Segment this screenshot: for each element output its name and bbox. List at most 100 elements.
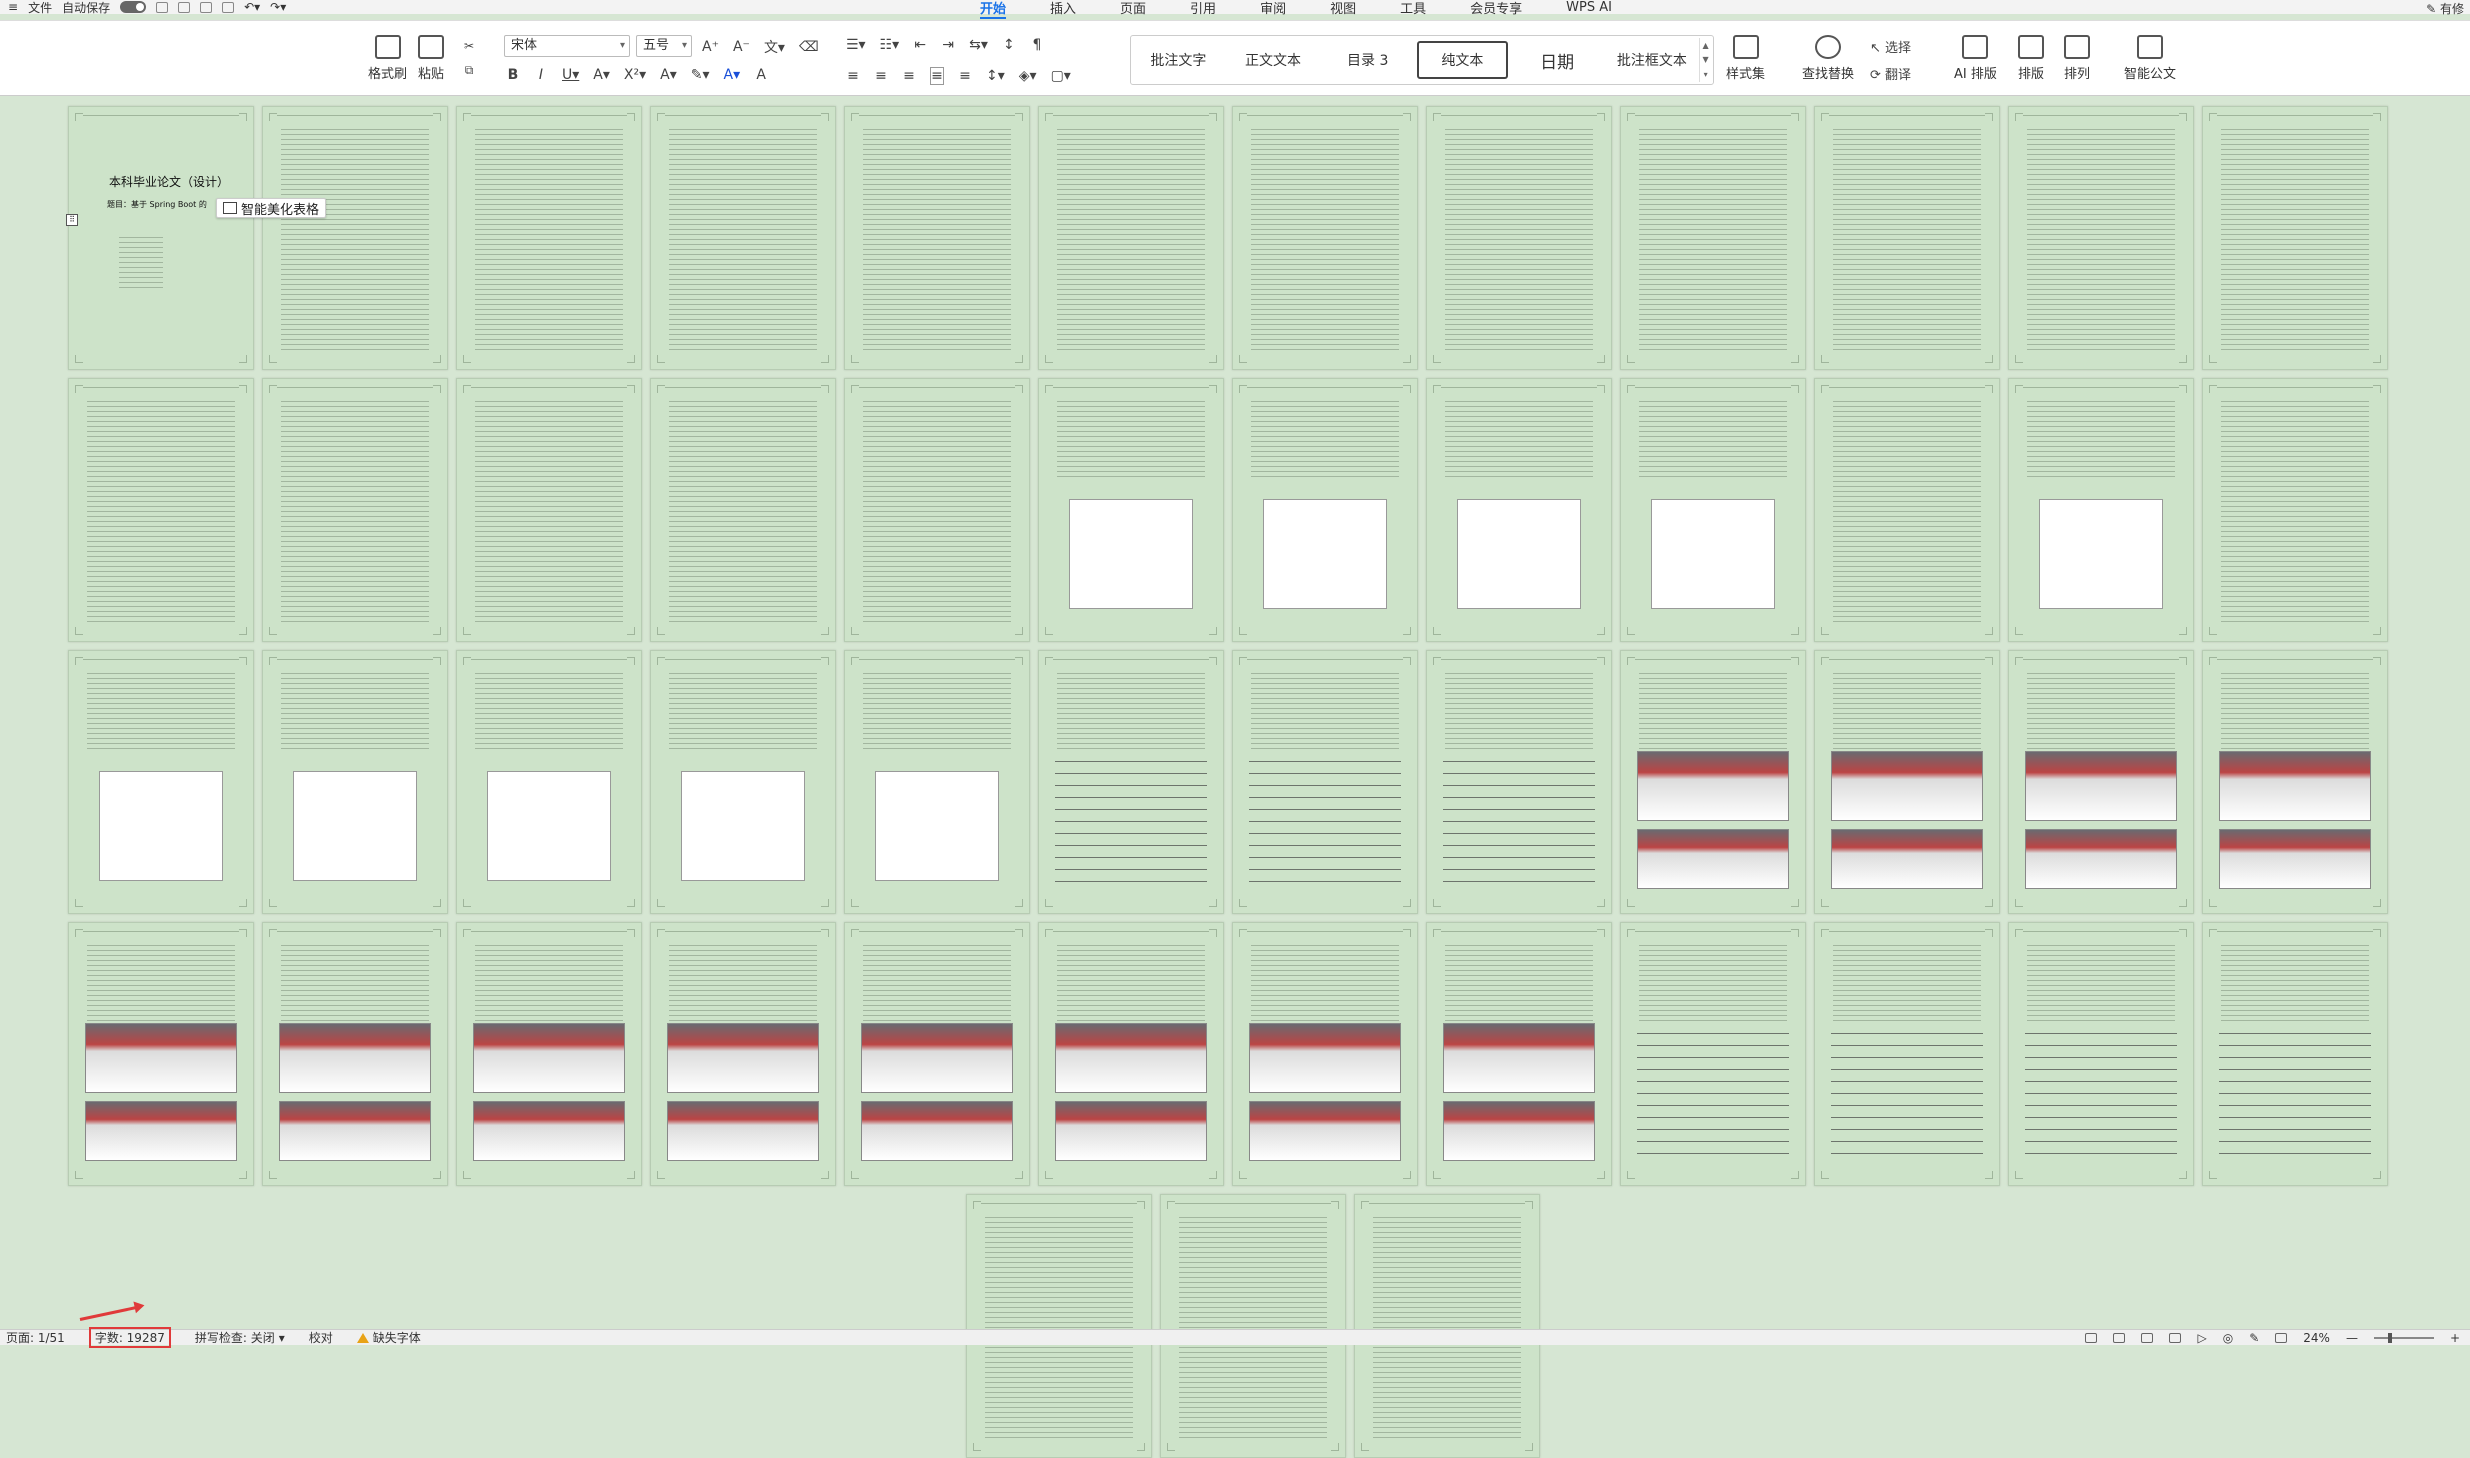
numbering-icon[interactable]: ☷▾ [880,37,900,53]
missing-font-button[interactable]: 缺失字体 [356,1329,421,1346]
autosave-toggle[interactable] [120,1,147,13]
page-view-icon[interactable] [2141,1332,2154,1343]
align-left-icon[interactable]: ≡ [846,68,860,84]
line-spacing-icon[interactable]: ↕▾ [986,68,1005,84]
document-page[interactable] [1232,922,1418,1186]
page-indicator[interactable]: 页面: 1/51 [6,1329,65,1346]
style-gallery-scroll[interactable]: ▲ ▼ ▾ [1699,38,1711,82]
sort-icon[interactable]: ↕ [1002,37,1016,53]
highlight-icon[interactable]: ✎▾ [691,67,710,83]
document-page[interactable] [1814,378,2000,642]
save-icon[interactable] [156,1,169,13]
align-center-icon[interactable]: ≡ [874,68,888,84]
print-icon[interactable] [200,1,213,13]
clear-format-icon[interactable]: ⌫ [799,39,819,55]
document-page[interactable] [2008,378,2194,642]
show-marks-icon[interactable]: ¶ [1030,37,1044,53]
document-page[interactable] [1620,650,1806,914]
arrange-button[interactable]: 排列 [2064,35,2090,82]
translate-button[interactable]: ⟳ 翻译 [1870,64,1911,83]
file-menu[interactable]: 文件 [28,0,52,16]
paste-button[interactable]: 粘贴 [418,35,444,82]
hamburger-icon[interactable]: ≡ [8,0,18,14]
strikethrough-icon[interactable]: A▾ [593,67,610,83]
indent-icon[interactable]: ⇥ [941,37,955,53]
tab-7[interactable]: 会员专享 [1470,0,1522,17]
document-page[interactable]: 本科毕业论文（设计） 题目：基于 Spring Boot 的 [68,106,254,370]
document-page[interactable] [68,650,254,914]
style-item-2[interactable]: 目录 3 [1322,41,1413,79]
document-page[interactable] [1426,378,1612,642]
play-icon[interactable]: ▷ [2197,1331,2206,1345]
document-page[interactable] [1232,378,1418,642]
proofread-button[interactable]: 校对 [309,1329,333,1346]
document-page[interactable] [1038,922,1224,1186]
smart-doc-button[interactable]: 智能公文 [2124,35,2176,82]
document-page[interactable] [456,650,642,914]
preview-icon[interactable] [222,1,235,13]
direction-icon[interactable]: ⇆▾ [969,37,988,53]
document-page[interactable] [1354,1194,1540,1458]
tab-4[interactable]: 审阅 [1260,0,1286,17]
document-page[interactable] [1232,650,1418,914]
document-page[interactable] [456,378,642,642]
align-right-icon[interactable]: ≡ [902,68,916,84]
outdent-icon[interactable]: ⇤ [913,37,927,53]
tab-6[interactable]: 工具 [1400,0,1426,17]
globe-icon[interactable]: ◎ [2223,1331,2233,1345]
document-page[interactable] [2202,650,2388,914]
document-page[interactable] [1620,378,1806,642]
document-page[interactable] [2008,922,2194,1186]
style-item-1[interactable]: 正文文本 [1228,41,1319,79]
outline-view-icon[interactable] [2113,1332,2126,1343]
tab-3[interactable]: 引用 [1190,0,1216,17]
spell-check-status[interactable]: 拼写检查: 关闭 ▾ [195,1329,285,1346]
web-view-icon[interactable] [2169,1332,2182,1343]
font-size-select[interactable]: 五号 [636,35,692,57]
grow-font-icon[interactable]: A⁺ [702,39,719,55]
document-page[interactable] [2008,106,2194,370]
eye-protect-icon[interactable] [2085,1332,2098,1343]
format-painter-button[interactable]: 格式刷 [368,35,407,82]
ai-layout-button[interactable]: AI 排版 [1954,35,1997,82]
shrink-font-icon[interactable]: A⁻ [733,39,750,55]
document-page[interactable] [1426,106,1612,370]
document-page[interactable] [262,650,448,914]
font-name-select[interactable]: 宋体 [504,35,630,57]
document-page[interactable] [1814,650,2000,914]
document-canvas[interactable]: 本科毕业论文（设计） 题目：基于 Spring Boot 的智能美化表格 ⠿ [0,96,2470,1458]
scroll-down-icon[interactable]: ▼ [1703,55,1709,64]
document-page[interactable] [844,106,1030,370]
document-page[interactable] [1160,1194,1346,1458]
document-page[interactable] [966,1194,1152,1458]
layout-button[interactable]: 排版 [2018,35,2044,82]
phonetic-icon[interactable]: 文▾ [764,37,785,57]
font-effect-icon[interactable]: A▾ [660,67,677,83]
document-page[interactable] [456,922,642,1186]
document-page[interactable] [1620,922,1806,1186]
select-button[interactable]: ↖ 选择 [1870,37,1911,56]
pen-icon[interactable]: ✎ [2249,1331,2259,1345]
zoom-out-icon[interactable]: — [2346,1331,2358,1345]
document-page[interactable] [1426,922,1612,1186]
document-page[interactable] [1814,106,2000,370]
document-page[interactable] [2008,650,2194,914]
italic-icon[interactable]: I [534,67,548,83]
document-page[interactable] [262,922,448,1186]
tab-0[interactable]: 开始 [980,0,1007,19]
zoom-level[interactable]: 24% [2303,1331,2330,1345]
document-page[interactable] [2202,106,2388,370]
find-replace-button[interactable]: 查找替换 [1802,35,1854,82]
document-page[interactable] [68,922,254,1186]
border-icon[interactable]: ▢▾ [1051,68,1071,84]
export-icon[interactable] [178,1,191,13]
document-page[interactable] [650,378,836,642]
superscript-icon[interactable]: X²▾ [624,67,646,83]
document-page[interactable] [1426,650,1612,914]
revise-label[interactable]: 有修 [2440,2,2464,16]
tab-5[interactable]: 视图 [1330,0,1356,17]
document-page[interactable] [650,922,836,1186]
document-page[interactable] [262,378,448,642]
cover-topic[interactable]: 题目：基于 Spring Boot 的 [107,199,207,210]
document-page[interactable] [456,106,642,370]
